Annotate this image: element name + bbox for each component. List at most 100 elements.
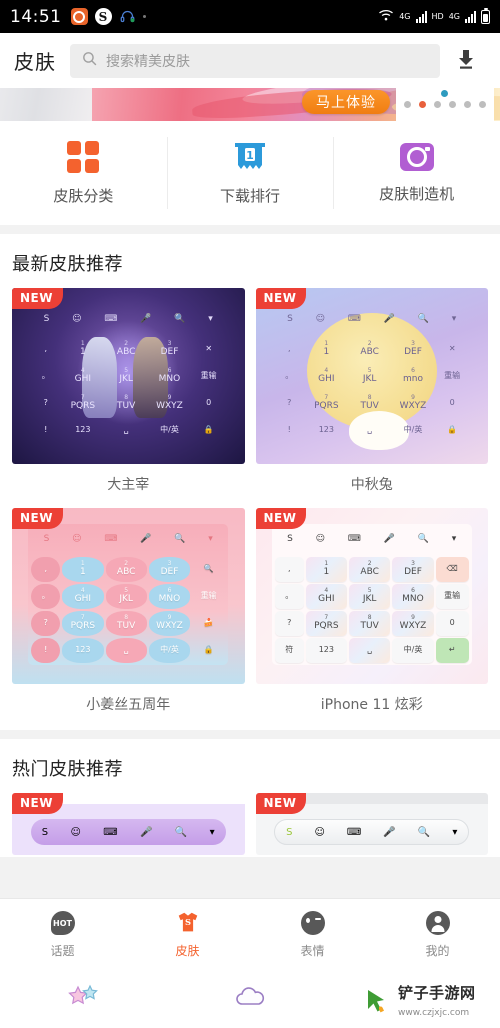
key: 3 DEF: [160, 340, 179, 357]
banner-cta-button[interactable]: 马上体验: [302, 90, 390, 114]
mic-icon: 🎤: [140, 314, 152, 325]
banner-dot[interactable]: [464, 101, 471, 108]
key: !: [44, 424, 48, 434]
mic-icon: 🎤: [383, 534, 395, 545]
chevron-down-icon: ▾: [208, 534, 213, 545]
search-icon: 🔍: [174, 826, 188, 838]
nav-home-slot[interactable]: [167, 985, 334, 1013]
skin-card[interactable]: S ☺ ⌨ 🎤 🔍 ▾ NEW: [255, 793, 488, 855]
chevron-down-icon: ▾: [452, 826, 458, 838]
star-icon[interactable]: [66, 983, 100, 1015]
skin-thumbnail[interactable]: S ☺ ⌨ 🎤 🔍 ▾ NEW: [12, 793, 245, 855]
skin-card[interactable]: S ☺ ⌨ 🎤 🔍 ▾ , 1 1 2 ABC 3 DEF ⌫ 。 4 GHI 5 JKL 6 MNO 重输…: [255, 508, 488, 728]
profile-icon: [425, 910, 451, 936]
quicknav-item-download-ranking[interactable]: 1 下载排行: [166, 121, 334, 225]
keyboard-icon: ⌨: [346, 826, 362, 838]
download-button[interactable]: [446, 47, 486, 75]
hd-icon: HD: [431, 12, 444, 21]
quicknav-item-skin-category[interactable]: 皮肤分类: [0, 121, 167, 225]
skin-thumbnail[interactable]: S ☺ ⌨ 🎤 🔍 ▾ , 1 1 2 ABC 3 DEF ✕ 。 4 GHI 5 JKL 6 MNO 重输…: [12, 288, 245, 464]
key: 重输: [435, 583, 469, 609]
tab-label: 皮肤: [175, 944, 200, 958]
keyboard-toolbar: S ☺ ⌨ 🎤 🔍 ▾: [28, 304, 228, 335]
skin-card[interactable]: S ☺ ⌨ 🎤 🔍 ▾ NEW: [12, 793, 245, 855]
skin-card[interactable]: S ☺ ⌨ 🎤 🔍 ▾ , 1 1 2 ABC 3 DEF ✕ 。 4 GHI 5 JKL 6 MNO 重输…: [12, 288, 245, 508]
mic-icon: 🎤: [383, 314, 395, 325]
search-icon: 🔍: [417, 826, 431, 838]
quicknav-item-skin-maker[interactable]: 皮肤制造机: [333, 121, 500, 225]
section-latest-skins: 最新皮肤推荐 S ☺ ⌨ 🎤 🔍 ▾ , 1 1 2 ABC 3 DEF ✕ 。…: [0, 234, 500, 730]
keyboard-icon: ⌨: [104, 534, 118, 545]
keyboard-icon: ⌨: [103, 826, 118, 838]
tab-emoji[interactable]: 表情: [250, 910, 375, 959]
key: 6 MNO: [392, 583, 434, 609]
skin-card-row: S ☺ ⌨ 🎤 🔍 ▾ , 1 1 2 ABC 3 DEF ✕ 。 4 GHI 5 JKL 6 MNO 重输…: [12, 288, 488, 508]
tab-profile[interactable]: 我的: [375, 910, 500, 959]
keyboard-icon: ⌨: [347, 314, 361, 325]
key: 重输: [444, 371, 461, 381]
key: 9 WXYZ: [148, 610, 191, 636]
skin-thumbnail[interactable]: S ☺ ⌨ 🎤 🔍 ▾ NEW: [255, 793, 488, 855]
bottom-tab-bar: HOT 话题 S 皮肤 表情 我的: [0, 898, 500, 970]
banner-dot[interactable]: [449, 101, 456, 108]
banner-dot[interactable]: [434, 101, 441, 108]
key: 2 ABC: [349, 556, 391, 582]
key: ⌫: [435, 556, 469, 582]
sogou-logo-icon: S: [287, 314, 293, 325]
grid-icon: [67, 140, 100, 173]
banner-dot-accent: [441, 90, 448, 97]
key: ?: [274, 610, 304, 636]
keyboard-keys: , 1 1 2 ABC 3 DEF ✕ 。 4 GHI 5 JKL 6 mno 重输 ? 7 PQRS 8 TUV 9…: [272, 335, 472, 445]
cloud-icon[interactable]: [233, 985, 267, 1013]
key: ␣: [105, 637, 147, 663]
tab-skins[interactable]: S 皮肤: [125, 910, 250, 959]
skin-thumbnail[interactable]: S ☺ ⌨ 🎤 🔍 ▾ , 1 1 2 ABC 3 DEF ✕ 。 4 GHI 5 JKL 6 mno 重输…: [255, 288, 488, 464]
banner-dot[interactable]: [404, 101, 411, 108]
skin-name: iPhone 11 炫彩: [320, 697, 423, 713]
key: 9 WXYZ: [399, 394, 427, 411]
search-input[interactable]: 搜索精美皮肤: [70, 43, 440, 78]
banner-previous-peek[interactable]: [0, 88, 92, 121]
key: 4 GHI: [305, 583, 347, 609]
key: ␣: [367, 424, 373, 434]
watermark-text: 铲子手游网 www.czjxjc.com: [398, 985, 476, 1019]
quicknav-label: 皮肤分类: [53, 186, 114, 205]
camera-app-icon: [70, 8, 88, 25]
key: 中/英: [403, 424, 423, 434]
key: 3 DEF: [148, 556, 191, 582]
skin-thumbnail[interactable]: S ☺ ⌨ 🎤 🔍 ▾ , 1 1 2 ABC 3 DEF 🔍 。 4 GHI 5 JKL 6 MNO 重输…: [12, 508, 245, 684]
keyboard-preview: S ☺ ⌨ 🎤 🔍 ▾ , 1 1 2 ABC 3 DEF ✕ 。 4 GHI 5 JKL 6 mno 重输…: [272, 304, 472, 445]
new-badge: NEW: [255, 288, 307, 309]
key: ␣: [349, 637, 391, 663]
key: 5 JKL: [119, 367, 133, 384]
key: 🍰: [203, 617, 214, 627]
skin-name: 中秋兔: [350, 477, 393, 493]
key: 4 GHI: [318, 367, 335, 384]
key: 8 TUV: [360, 394, 379, 411]
promo-banner[interactable]: 马上体验: [0, 88, 500, 121]
key: ✕: [205, 344, 213, 354]
site-watermark: 铲子手游网 www.czjxjc.com: [350, 975, 500, 1028]
search-icon: [81, 50, 98, 71]
watermark-name: 铲子手游网: [398, 983, 476, 1002]
key: ␣: [123, 424, 129, 434]
status-bar-time: 14:51: [10, 6, 62, 27]
status-bar-app-icons: S: [70, 8, 146, 25]
skin-card[interactable]: S ☺ ⌨ 🎤 🔍 ▾ , 1 1 2 ABC 3 DEF 🔍 。 4 GHI 5 JKL 6 MNO 重输…: [12, 508, 245, 728]
tab-topics[interactable]: HOT 话题: [0, 910, 125, 959]
keyboard-toolbar: S ☺ ⌨ 🎤 🔍 ▾: [272, 524, 472, 555]
dot-indicator-icon: [142, 15, 146, 18]
banner-dot-active[interactable]: [419, 101, 426, 108]
key: ,: [287, 344, 291, 354]
key: 0: [206, 397, 212, 407]
section-title: 最新皮肤推荐: [12, 254, 123, 275]
banner-dot[interactable]: [479, 101, 486, 108]
svg-text:1: 1: [246, 149, 254, 162]
skin-thumbnail[interactable]: S ☺ ⌨ 🎤 🔍 ▾ , 1 1 2 ABC 3 DEF ⌫ 。 4 GHI 5 JKL 6 MNO 重输…: [255, 508, 488, 684]
sogou-logo-icon: S: [286, 826, 293, 838]
net-label-2: 4G: [448, 12, 460, 21]
skin-card[interactable]: S ☺ ⌨ 🎤 🔍 ▾ , 1 1 2 ABC 3 DEF ✕ 。 4 GHI 5 JKL 6 mno 重输…: [255, 288, 488, 508]
emoji-face-icon: [300, 910, 326, 936]
nav-back-slot[interactable]: [0, 983, 167, 1015]
key: ↵: [435, 637, 469, 663]
